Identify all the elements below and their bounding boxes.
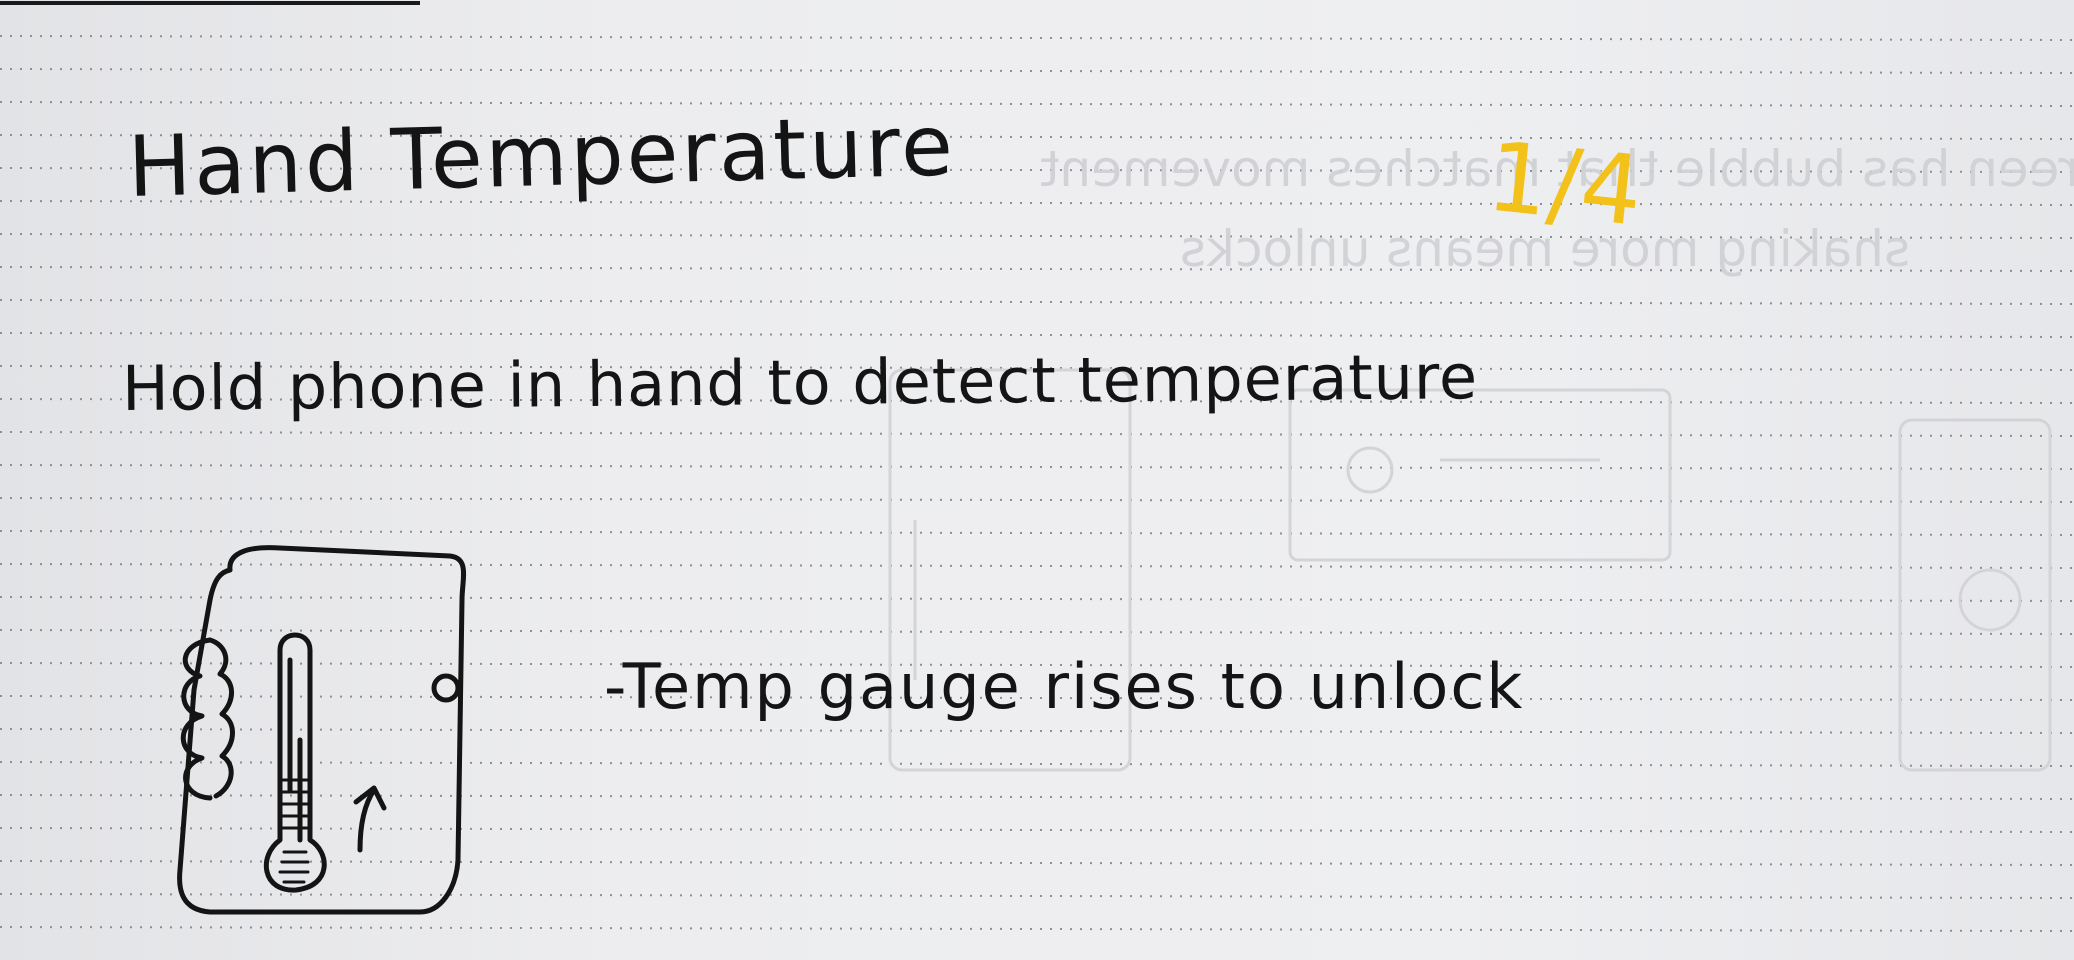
ruling-line bbox=[0, 68, 2074, 74]
ruling-line bbox=[0, 431, 2074, 437]
ruling-line bbox=[0, 332, 2074, 338]
ruling-line bbox=[0, 530, 2074, 536]
ruling-line bbox=[0, 497, 2074, 503]
ruling-line bbox=[0, 101, 2074, 107]
ruling-line bbox=[0, 464, 2074, 470]
phone-in-hand-thermometer-icon bbox=[177, 545, 466, 915]
instruction-text: Hold phone in hand to detect temperature bbox=[121, 340, 1479, 425]
ruling-line bbox=[0, 299, 2074, 305]
page-count-label: 1/4 bbox=[1482, 120, 1648, 248]
unlock-note: -Temp gauge rises to unlock bbox=[604, 650, 1525, 723]
ruling-line bbox=[0, 35, 2074, 41]
notebook-page: Screen has bubble that matches movement … bbox=[0, 0, 2074, 960]
